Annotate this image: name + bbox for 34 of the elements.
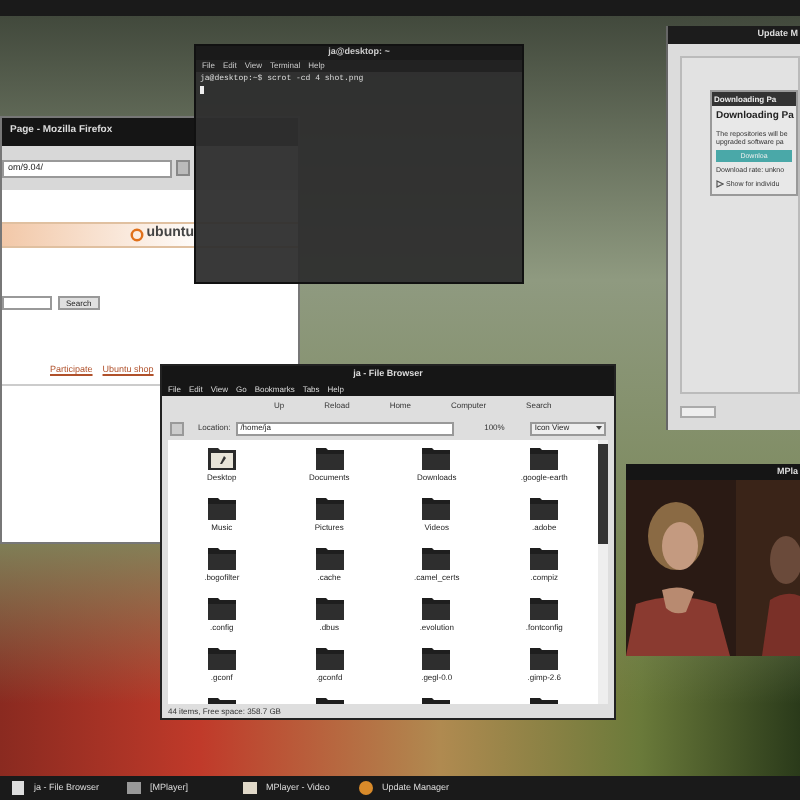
text-cursor — [200, 86, 204, 94]
folder-icon — [315, 446, 344, 470]
folder-icon — [207, 646, 236, 670]
folder-icon — [315, 596, 344, 620]
logo-icon — [130, 228, 145, 242]
folder-icon — [422, 596, 451, 620]
desktop-folder-icon — [207, 446, 236, 470]
folder-icon — [530, 646, 559, 670]
folder-icon — [315, 646, 344, 670]
search-field[interactable] — [2, 296, 52, 310]
folder-icon — [422, 546, 451, 570]
folder-icon — [207, 596, 236, 620]
folder-icon — [530, 496, 559, 520]
folder-icon — [207, 546, 236, 570]
document-icon — [10, 780, 26, 796]
folder-icon — [422, 646, 451, 670]
folder-icon — [315, 496, 344, 520]
scrollbar-thumb[interactable] — [598, 444, 608, 544]
folder-icon — [530, 546, 559, 570]
folder-icon — [315, 546, 344, 570]
folder-icon — [207, 496, 236, 520]
folder-icon — [530, 446, 559, 470]
expander-icon[interactable] — [716, 180, 724, 189]
window-icon — [126, 780, 142, 796]
folder-icon — [530, 596, 559, 620]
folder-icon — [422, 496, 451, 520]
scrollbar[interactable] — [598, 440, 608, 704]
dialog-button[interactable] — [680, 406, 716, 418]
window-icon — [242, 780, 258, 796]
toggle-button[interactable] — [170, 421, 184, 435]
caret-icon — [596, 426, 602, 430]
update-icon — [358, 780, 374, 796]
dropdown-button[interactable] — [176, 160, 190, 176]
folder-icon — [422, 446, 451, 470]
